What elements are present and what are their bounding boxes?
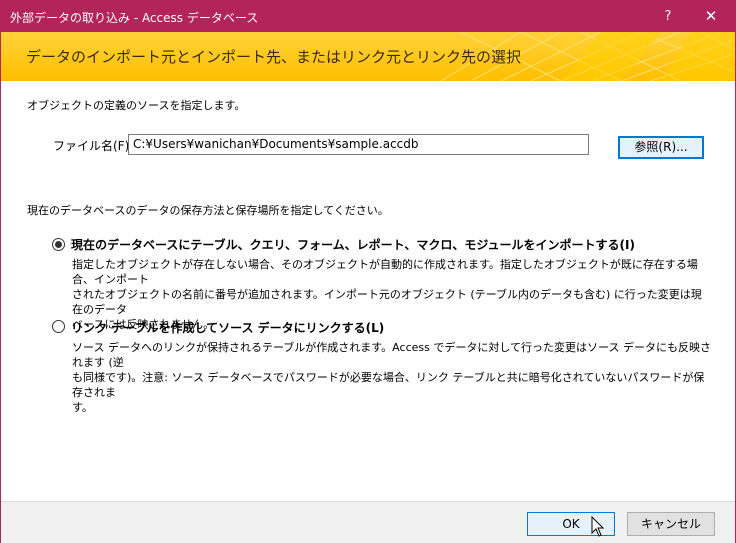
storage-description: 現在のデータベースのデータの保存方法と保存場所を指定してください。 bbox=[27, 204, 389, 217]
header-banner: データのインポート元とインポート先、またはリンク元とリンク先の選択 bbox=[1, 32, 735, 81]
banner-heading: データのインポート元とインポート先、またはリンク元とリンク先の選択 bbox=[26, 48, 522, 66]
link-desc-line: ソース データへのリンクが保持されるテーブルが作成されます。Access でデー… bbox=[72, 341, 711, 369]
browse-button[interactable]: 参照(R)... bbox=[618, 136, 704, 159]
source-description: オブジェクトの定義のソースを指定します。 bbox=[27, 99, 246, 112]
file-name-input[interactable]: C:¥Users¥wanichan¥Documents¥sample.accdb bbox=[128, 134, 589, 155]
import-radio[interactable] bbox=[52, 238, 65, 251]
import-dialog: 外部データの取り込み - Access データベース ? ✕ データのインポート… bbox=[0, 0, 736, 543]
link-desc-line: も同様です)。注意: ソース データベースでパスワードが必要な場合、リンク テー… bbox=[72, 371, 705, 399]
import-desc-line: 指定したオブジェクトが存在しない場合、そのオブジェクトが自動的に作成されます。指… bbox=[72, 258, 698, 286]
file-name-label: ファイル名(F): bbox=[53, 139, 134, 153]
link-desc-line: す。 bbox=[72, 401, 93, 414]
dialog-footer: OK キャンセル bbox=[1, 501, 735, 543]
import-desc-line: されたオブジェクトの名前に番号が追加されます。インポート元のオブジェクト (テー… bbox=[72, 288, 702, 316]
link-option-description: ソース データへのリンクが保持されるテーブルが作成されます。Access でデー… bbox=[72, 340, 712, 415]
mouse-cursor-icon bbox=[591, 516, 605, 537]
window-title: 外部データの取り込み - Access データベース bbox=[10, 11, 259, 25]
title-bar: 外部データの取り込み - Access データベース ? ✕ bbox=[1, 1, 735, 32]
import-option-label[interactable]: 現在のデータベースにテーブル、クエリ、フォーム、レポート、マクロ、モジュールをイ… bbox=[71, 236, 635, 253]
close-button[interactable]: ✕ bbox=[687, 1, 735, 32]
help-button[interactable]: ? bbox=[651, 1, 685, 32]
link-option-label[interactable]: リンク テーブルを作成してソース データにリンクする(L) bbox=[71, 319, 384, 336]
cancel-button[interactable]: キャンセル bbox=[627, 512, 715, 536]
dialog-content: オブジェクトの定義のソースを指定します。 ファイル名(F): C:¥Users¥… bbox=[1, 81, 735, 501]
link-radio[interactable] bbox=[52, 320, 65, 333]
